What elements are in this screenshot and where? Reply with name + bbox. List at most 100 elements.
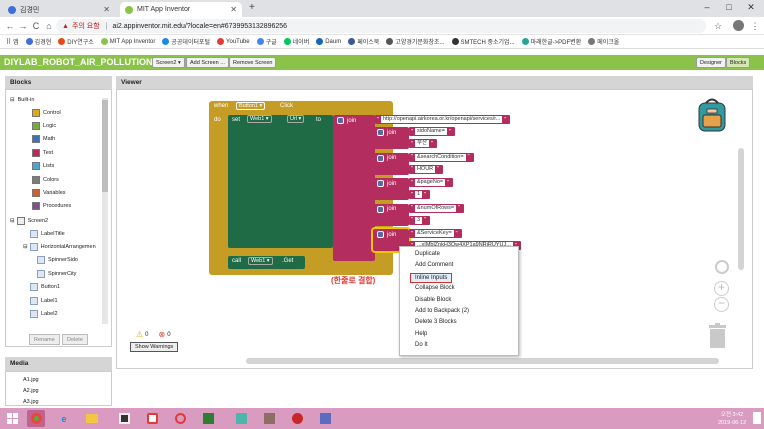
text-string-value[interactable]: 3 xyxy=(414,216,423,224)
minimize-button[interactable]: – xyxy=(696,0,718,14)
ie-taskbar-icon[interactable]: e xyxy=(55,410,73,427)
builtin-item[interactable]: Math xyxy=(32,133,55,146)
component-item[interactable]: ⊟ HorizontalArrangemen xyxy=(23,240,96,253)
collapse-icon[interactable]: ⊟ xyxy=(10,97,15,103)
bookmark-item[interactable]: Daum xyxy=(316,38,341,45)
panel-scrollbar[interactable] xyxy=(102,98,108,324)
text-string-value[interactable]: sidoName= xyxy=(414,128,447,135)
text-string-block[interactable]: " &searchCondition= " xyxy=(409,152,474,162)
menu-dots-icon[interactable]: ⋮ xyxy=(749,20,761,32)
close-tab-icon[interactable]: ✕ xyxy=(230,5,237,14)
context-menu-item[interactable]: Delete 3 Blocks xyxy=(415,319,457,325)
context-menu-item[interactable]: Collapse Block xyxy=(415,285,455,291)
text-string-value[interactable]: 부산 xyxy=(414,140,430,147)
text-string-block[interactable]: " &numOfRows= " xyxy=(409,203,465,213)
tree-screen[interactable]: ⊟ Screen2 xyxy=(10,214,48,227)
bookmark-item[interactable]: 네이버 xyxy=(283,37,309,46)
mutator-gear-icon[interactable] xyxy=(377,180,384,187)
context-menu-item[interactable]: Help xyxy=(415,331,427,337)
close-window-button[interactable]: ✕ xyxy=(740,0,762,14)
app-taskbar-icon[interactable] xyxy=(316,410,334,427)
builtin-item[interactable]: Control xyxy=(32,106,61,119)
url-text[interactable]: ai2.appinventor.mit.edu/?locale=en#67399… xyxy=(112,23,287,30)
remove-screen-button[interactable]: Remove Screen xyxy=(229,57,277,68)
media-item[interactable]: A2.jpg xyxy=(23,388,39,394)
context-menu-item[interactable]: Inline Inputs xyxy=(410,272,453,283)
component-item[interactable]: Button1 xyxy=(30,281,60,294)
bookmark-item[interactable]: 공공데이터포털 xyxy=(162,37,210,46)
builtin-item[interactable]: Procedures xyxy=(32,200,71,213)
join-block[interactable] xyxy=(333,115,375,261)
zoom-out-icon[interactable]: − xyxy=(714,297,729,312)
file-explorer-icon[interactable] xyxy=(83,410,101,427)
context-menu-item[interactable]: Do It xyxy=(415,342,428,348)
add-screen-button[interactable]: Add Screen ... xyxy=(186,57,229,68)
forward-icon[interactable]: → xyxy=(17,20,29,32)
builtin-item[interactable]: Text xyxy=(32,146,53,159)
backpack-icon[interactable] xyxy=(694,97,730,135)
maximize-button[interactable]: □ xyxy=(718,0,740,14)
bookmark-item[interactable]: YouTube xyxy=(217,38,250,45)
collapse-icon[interactable]: ⊟ xyxy=(10,218,15,224)
text-string-block[interactable]: " 3 " xyxy=(409,215,430,225)
event-component-dropdown[interactable]: Button1 ▾ xyxy=(236,102,266,110)
text-string-block[interactable]: " 부산 " xyxy=(409,139,438,148)
component-item[interactable]: SpinnerSido xyxy=(37,254,78,267)
app-taskbar-icon[interactable] xyxy=(115,410,133,427)
text-string-block[interactable]: " &pageNo= " xyxy=(409,178,454,187)
app-taskbar-icon[interactable] xyxy=(143,410,161,427)
notification-icon[interactable] xyxy=(753,412,761,424)
chrome-taskbar-icon[interactable] xyxy=(27,410,45,427)
profile-avatar[interactable] xyxy=(733,20,744,31)
text-string-block[interactable]: " sidoName= " xyxy=(409,127,455,136)
context-menu-item[interactable]: Add to Backpack (2) xyxy=(415,308,469,314)
rename-button[interactable]: Rename xyxy=(29,334,60,345)
recenter-icon[interactable] xyxy=(715,260,729,274)
bookmark-item[interactable]: 김경현 xyxy=(25,37,51,46)
warning-icon[interactable]: ▲ xyxy=(62,23,69,30)
browser-tab[interactable]: 김경민 ✕ xyxy=(3,2,115,17)
mutator-gear-icon[interactable] xyxy=(377,231,384,238)
builtin-item[interactable]: Lists xyxy=(32,160,54,173)
bookmark-item[interactable]: 구글 xyxy=(256,37,277,46)
set-property-dropdown[interactable]: Url ▾ xyxy=(287,115,305,123)
builtin-item[interactable]: Variables xyxy=(32,186,66,199)
app-taskbar-icon[interactable] xyxy=(232,410,250,427)
text-string-value[interactable]: HOUR xyxy=(414,165,436,173)
back-icon[interactable]: ← xyxy=(4,20,16,32)
app-taskbar-icon[interactable] xyxy=(171,410,189,427)
component-item[interactable]: LabelTitle xyxy=(30,227,65,240)
show-warnings-button[interactable]: Show Warnings xyxy=(130,342,179,352)
component-item[interactable]: Label2 xyxy=(30,307,58,320)
security-warning[interactable]: 주의 요함 xyxy=(72,21,100,31)
text-string-block[interactable]: " &ServiceKey= " xyxy=(409,229,462,238)
bookmark-item[interactable]: 페이스북 xyxy=(348,37,379,46)
text-string-block[interactable]: " 1 " xyxy=(409,190,430,199)
media-item[interactable]: A3.jpg xyxy=(23,399,39,405)
mutator-gear-icon[interactable] xyxy=(377,129,384,136)
context-menu-item[interactable]: Add Comment xyxy=(415,262,453,268)
bookmark-apps[interactable]: ⠿ 앱 xyxy=(6,37,19,47)
text-string-value[interactable]: &numOfRows= xyxy=(414,204,457,212)
text-string-block[interactable]: " HOUR " xyxy=(409,164,444,174)
home-icon[interactable]: ⌂ xyxy=(43,20,55,32)
builtin-item[interactable]: Logic xyxy=(32,119,56,132)
workspace-scrollbar-v[interactable] xyxy=(738,148,744,270)
warning-indicator[interactable]: ⚠ 0 ⊗ 0 xyxy=(136,330,171,339)
browser-tab-active[interactable]: MIT App Inventor ✕ xyxy=(120,2,242,17)
star-icon[interactable]: ☆ xyxy=(712,20,724,32)
close-tab-icon[interactable]: ✕ xyxy=(103,5,110,14)
component-item[interactable]: SpinnerCity xyxy=(37,267,76,280)
context-menu-item[interactable]: Duplicate xyxy=(415,251,440,257)
url-input[interactable]: ▲ 주의 요함 | ai2.appinventor.mit.edu/?local… xyxy=(56,19,706,33)
call-component-dropdown[interactable]: Web1 ▾ xyxy=(248,257,273,265)
set-component-dropdown[interactable]: Web1 ▾ xyxy=(247,115,272,123)
zoom-in-icon[interactable]: + xyxy=(714,281,729,296)
delete-button[interactable]: Delete xyxy=(62,334,88,345)
tree-builtin[interactable]: ⊟ Built-in xyxy=(10,93,34,106)
text-string-value[interactable]: &ServiceKey= xyxy=(414,230,454,237)
bookmark-item[interactable]: 메이크올 xyxy=(588,37,619,46)
builtin-item[interactable]: Colors xyxy=(32,173,59,186)
url-string-block[interactable]: " http://openapi.airkorea.or.kr/openapi/s… xyxy=(375,115,511,124)
media-item[interactable]: A1.jpg xyxy=(23,377,39,383)
